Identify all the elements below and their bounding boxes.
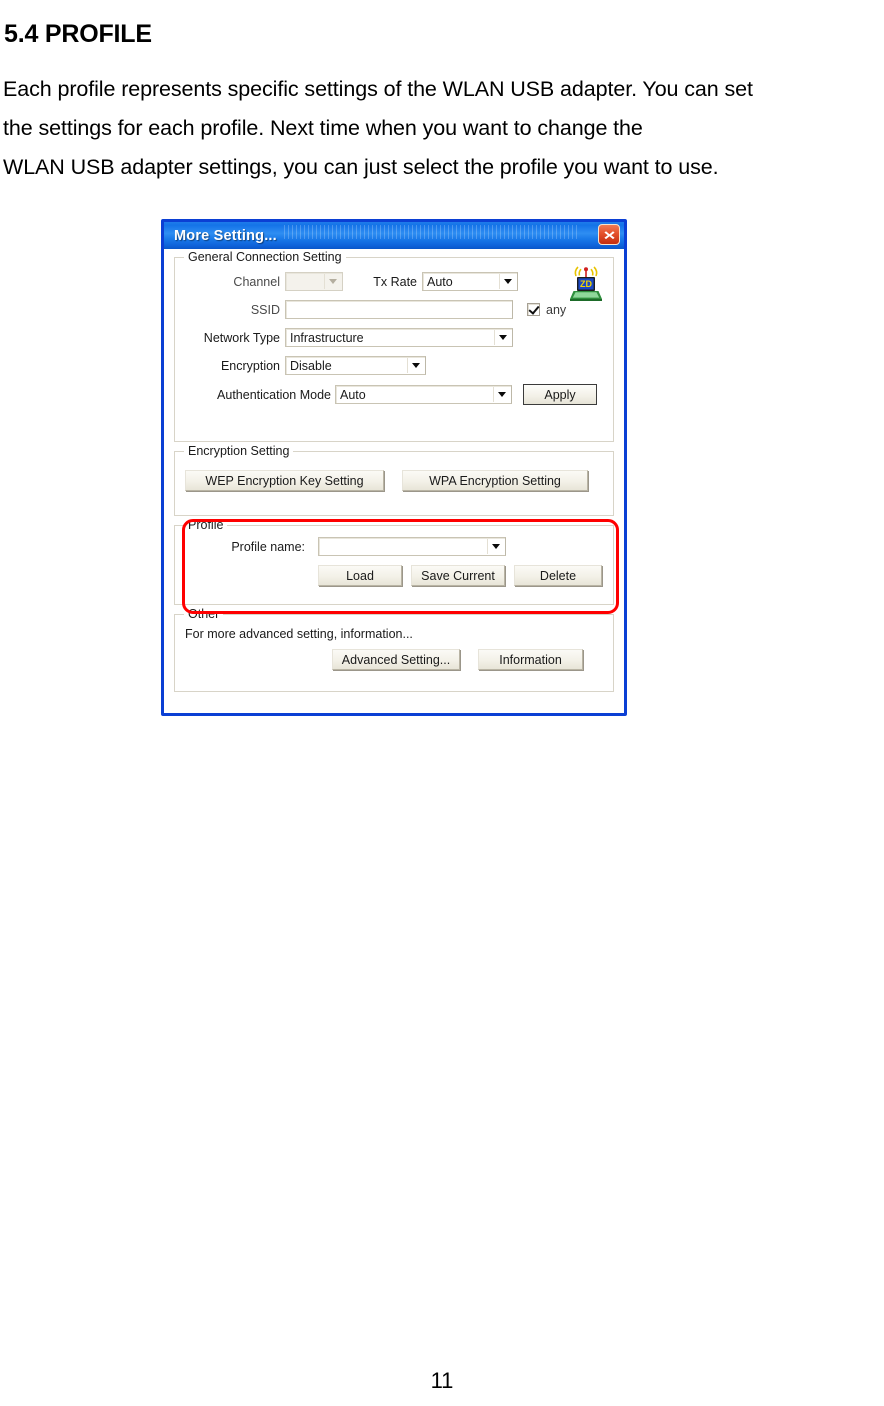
authentication-mode-label: Authentication Mode [217,387,331,402]
encryption-setting-legend: Encryption Setting [184,444,294,458]
chevron-down-icon [493,387,510,402]
load-button[interactable]: Load [318,565,402,586]
dialog-title: More Setting... [174,227,277,244]
authentication-mode-value: Auto [340,387,366,402]
network-type-row: Network Type Infrastructure [185,328,603,347]
information-button[interactable]: Information [478,649,583,670]
chevron-down-icon [499,274,516,289]
network-type-select[interactable]: Infrastructure [285,328,513,347]
authentication-mode-row: Authentication Mode Auto Apply [185,384,603,405]
any-checkbox[interactable] [527,303,540,316]
other-group: Other For more advanced setting, informa… [174,607,614,692]
channel-txrate-row: Channel Tx Rate Auto [185,272,603,291]
apply-button[interactable]: Apply [523,384,597,405]
chevron-down-icon [494,330,511,345]
page-number: 11 [430,1368,454,1393]
wireless-laptop-icon: ZD [569,266,603,304]
other-buttons-row: Advanced Setting... Information [185,649,603,670]
ssid-row: SSID any [185,300,603,319]
ssid-label: SSID [250,302,280,317]
general-connection-setting-group: General Connection Setting ZD Channel Tx… [174,250,614,442]
ssid-input[interactable] [285,300,513,319]
encryption-value: Disable [290,358,332,373]
other-legend: Other [184,607,224,621]
any-label: any [546,302,567,317]
body-paragraph: Each profile represents specific setting… [3,70,881,187]
dialog-titlebar[interactable]: More Setting... [164,222,624,249]
paragraph-line-3: WLAN USB adapter settings, you can just … [3,155,719,179]
profile-buttons-row: Load Save Current Delete [185,565,603,586]
save-current-button[interactable]: Save Current [411,565,505,586]
encryption-setting-group: Encryption Setting WEP Encryption Key Se… [174,444,614,516]
profile-name-label: Profile name: [231,539,305,554]
encryption-buttons-row: WEP Encryption Key Setting WPA Encryptio… [185,470,603,491]
svg-text:ZD: ZD [580,279,592,289]
chevron-down-icon [324,274,341,289]
tx-rate-label: Tx Rate [373,274,417,289]
profile-name-select[interactable] [318,537,506,556]
authentication-mode-select[interactable]: Auto [335,385,512,404]
channel-label: Channel [233,274,280,289]
more-setting-dialog: More Setting... General Connection Setti… [161,219,627,716]
encryption-row: Encryption Disable [185,356,603,375]
paragraph-line-2: the settings for each profile. Next time… [3,116,643,140]
other-note: For more advanced setting, information..… [185,627,413,641]
wep-encryption-key-setting-button[interactable]: WEP Encryption Key Setting [185,470,384,491]
dialog-client-area: General Connection Setting ZD Channel Tx… [164,249,624,713]
wpa-encryption-setting-button[interactable]: WPA Encryption Setting [402,470,588,491]
delete-button[interactable]: Delete [514,565,602,586]
close-icon[interactable] [598,224,620,245]
profile-group: Profile Profile name: Load Save Current … [174,518,614,605]
page-title: 5.4 PROFILE [4,19,152,48]
general-connection-setting-legend: General Connection Setting [184,250,346,264]
network-type-value: Infrastructure [290,330,364,345]
chevron-down-icon [407,358,424,373]
network-type-label: Network Type [203,330,280,345]
any-checkbox-wrap[interactable]: any [527,303,566,317]
encryption-label: Encryption [220,358,280,373]
tx-rate-select[interactable]: Auto [422,272,518,291]
encryption-select[interactable]: Disable [285,356,426,375]
paragraph-line-1: Each profile represents specific setting… [3,77,753,101]
advanced-setting-button[interactable]: Advanced Setting... [332,649,460,670]
profile-name-row: Profile name: [185,537,603,556]
channel-select[interactable] [285,272,343,291]
profile-legend: Profile [184,518,228,532]
tx-rate-value: Auto [427,274,453,289]
chevron-down-icon [487,539,504,554]
